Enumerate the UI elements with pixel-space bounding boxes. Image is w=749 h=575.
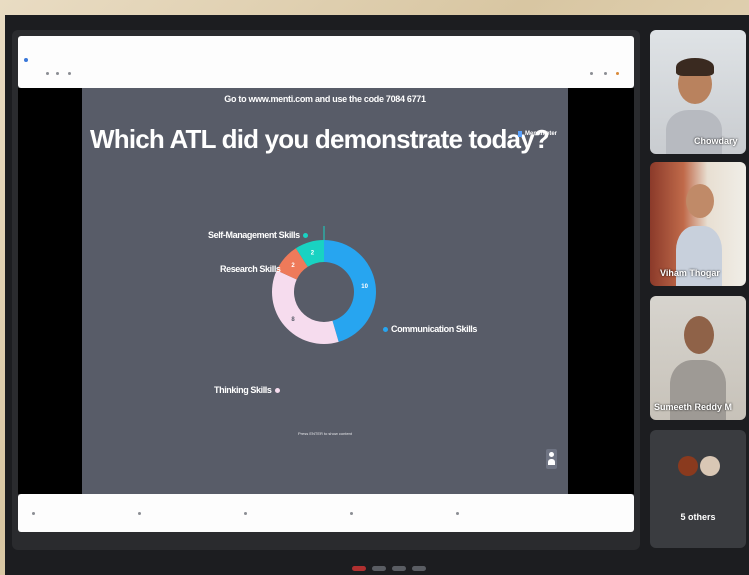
- shared-screen: Go to www.menti.com and use the code 708…: [12, 30, 640, 550]
- user-icon-head: [549, 452, 554, 457]
- slide-question: Which ATL did you demonstrate today?: [90, 124, 550, 154]
- mentimeter-logo: Mentimeter: [518, 131, 557, 137]
- legend-dot-self-management: [302, 232, 308, 238]
- tab-icon[interactable]: [24, 58, 28, 62]
- participant-tile-1[interactable]: Chowdary: [650, 30, 746, 154]
- user-icon-body: [548, 459, 555, 465]
- join-instruction: Go to www.menti.com and use the code 708…: [224, 94, 426, 104]
- legend-dot-research: [283, 266, 289, 272]
- donut-value-label-0: 10: [361, 284, 368, 290]
- bottom-control-2[interactable]: [138, 512, 141, 515]
- browser-toolbar: [18, 36, 634, 88]
- label-research: Research Skills: [220, 264, 289, 274]
- forward-icon[interactable]: [56, 72, 59, 75]
- label-thinking: Thinking Skills: [214, 385, 280, 395]
- back-icon[interactable]: [46, 72, 49, 75]
- label-self-management-text: Self-Management Skills: [208, 230, 300, 240]
- menu-icon[interactable]: [604, 72, 607, 75]
- profile-icon[interactable]: [616, 72, 619, 75]
- participant-3-face: [684, 316, 714, 354]
- mic-control-hint[interactable]: [352, 566, 366, 571]
- browser-bottom-bar: [18, 494, 634, 532]
- participant-tile-3[interactable]: Sumeeth Reddy M: [650, 296, 746, 420]
- participant-1-body: [666, 110, 722, 154]
- bottom-control-4[interactable]: [350, 512, 353, 515]
- others-avatar-2: [700, 456, 720, 476]
- bottom-control-1[interactable]: [32, 512, 35, 515]
- share-control-hint[interactable]: [392, 566, 406, 571]
- participant-1-name: Chowdary: [694, 136, 738, 146]
- others-count: 5 others: [680, 512, 716, 522]
- label-communication: Communication Skills: [383, 324, 477, 334]
- participant-3-name: Sumeeth Reddy M: [654, 402, 733, 412]
- legend-dot-thinking: [274, 387, 280, 393]
- reload-icon[interactable]: [68, 72, 71, 75]
- extension-icon[interactable]: [590, 72, 593, 75]
- left-letterbox: [18, 88, 82, 494]
- audience-count-button[interactable]: [546, 449, 557, 469]
- participant-2-name: Viham Thogar: [660, 268, 720, 278]
- bottom-control-3[interactable]: [244, 512, 247, 515]
- donut-slice-thinking-skills: [272, 270, 339, 344]
- label-thinking-text: Thinking Skills: [214, 385, 272, 395]
- others-tile[interactable]: 5 others: [650, 430, 746, 548]
- more-control-hint[interactable]: [412, 566, 426, 571]
- participant-2-face: [686, 184, 714, 218]
- participant-1-hair: [676, 58, 714, 76]
- label-research-text: Research Skills: [220, 264, 281, 274]
- brand-label: Mentimeter: [525, 131, 558, 137]
- presentation-slide: Go to www.menti.com and use the code 708…: [82, 88, 568, 494]
- participant-tile-2[interactable]: Viham Thogar: [650, 162, 746, 286]
- label-communication-text: Communication Skills: [391, 324, 478, 334]
- others-avatar-1: [678, 456, 698, 476]
- label-self-management: Self-Management Skills: [208, 230, 308, 240]
- slide-footer-note: Press ENTER to show content: [297, 431, 353, 436]
- mentimeter-mark-icon: [518, 131, 522, 137]
- bottom-control-5[interactable]: [456, 512, 459, 515]
- legend-dot-communication: [383, 326, 388, 332]
- right-letterbox: [568, 88, 634, 494]
- camera-control-hint[interactable]: [372, 566, 386, 571]
